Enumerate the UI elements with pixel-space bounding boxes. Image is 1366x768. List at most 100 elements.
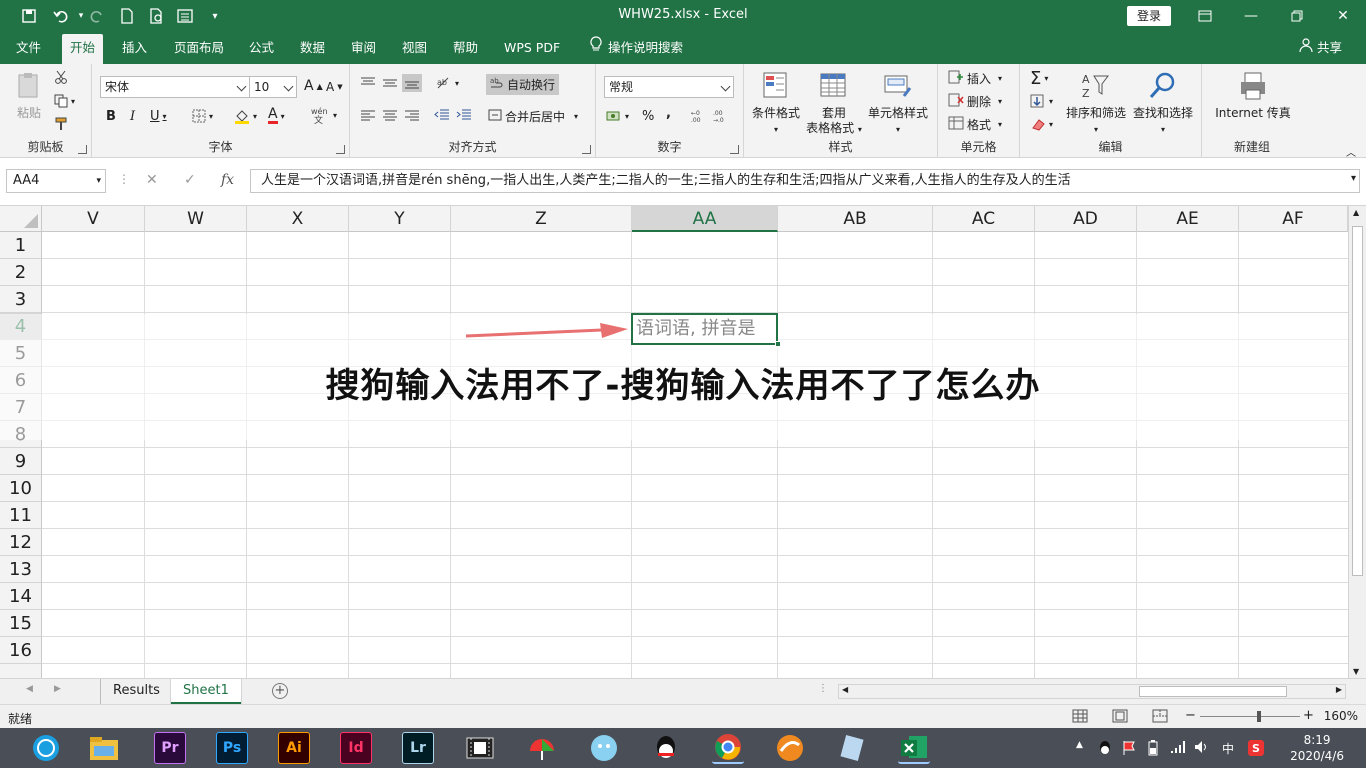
- align-left-icon[interactable]: [360, 110, 376, 122]
- comma-style-button[interactable]: ,: [666, 106, 671, 121]
- sogou-icon[interactable]: S: [1248, 740, 1264, 759]
- number-launcher[interactable]: [730, 145, 739, 154]
- notes-app-icon[interactable]: [836, 732, 868, 764]
- horizontal-scroll-thumb[interactable]: [1139, 686, 1287, 697]
- align-bottom-icon[interactable]: [402, 74, 422, 92]
- chrome-icon[interactable]: [712, 732, 744, 764]
- borders-button[interactable]: ▾: [192, 109, 213, 123]
- column-header[interactable]: AC: [933, 206, 1035, 232]
- row-header[interactable]: 10: [0, 475, 42, 502]
- column-header[interactable]: AE: [1137, 206, 1239, 232]
- shrink-font-button[interactable]: A ▼: [326, 80, 343, 94]
- normal-view-icon[interactable]: [1072, 709, 1088, 726]
- column-header[interactable]: V: [42, 206, 145, 232]
- insert-function-button[interactable]: fx: [221, 172, 234, 188]
- paste-button[interactable]: 粘贴: [8, 70, 50, 121]
- column-header[interactable]: X: [247, 206, 349, 232]
- column-header[interactable]: Y: [349, 206, 451, 232]
- umbrella-app-icon[interactable]: [526, 732, 558, 764]
- file-explorer-icon[interactable]: [88, 732, 120, 764]
- row-header[interactable]: [0, 664, 42, 678]
- format-painter-icon[interactable]: [54, 117, 68, 131]
- photoshop-icon[interactable]: Ps: [216, 732, 248, 764]
- fill-color-button[interactable]: ▾: [234, 108, 257, 124]
- sheet-tab-sheet1[interactable]: Sheet1: [171, 679, 241, 704]
- lightroom-icon[interactable]: Lr: [402, 732, 434, 764]
- row-header[interactable]: 2: [0, 259, 42, 286]
- align-center-icon[interactable]: [382, 110, 398, 122]
- tab-page-layout[interactable]: 页面布局: [166, 32, 232, 64]
- tab-formulas[interactable]: 公式: [241, 32, 282, 64]
- name-box[interactable]: AA4 ▾: [6, 169, 106, 193]
- increase-decimal-icon[interactable]: ←0.00: [690, 109, 708, 123]
- splitter-icon[interactable]: ⋮: [818, 683, 828, 694]
- alignment-launcher[interactable]: [582, 145, 591, 154]
- video-editor-icon[interactable]: [464, 732, 496, 764]
- scroll-left-icon[interactable]: ◀: [842, 685, 848, 694]
- fill-handle[interactable]: [775, 341, 781, 347]
- align-top-icon[interactable]: [360, 76, 376, 90]
- flag-tray-icon[interactable]: [1122, 740, 1136, 759]
- copy-icon[interactable]: ▾: [54, 94, 75, 108]
- cell-styles-button[interactable]: 单元格样式 ▾: [866, 70, 930, 137]
- select-all-button[interactable]: [0, 206, 42, 232]
- row-header[interactable]: 13: [0, 556, 42, 583]
- delete-cells-button[interactable]: 删除 ▾: [948, 93, 1002, 110]
- column-header[interactable]: Z: [451, 206, 632, 232]
- row-header[interactable]: 14: [0, 583, 42, 610]
- zoom-slider[interactable]: [1200, 716, 1300, 717]
- login-button[interactable]: 登录: [1127, 6, 1171, 26]
- qq-tray-icon[interactable]: [1098, 740, 1112, 759]
- add-sheet-icon[interactable]: +: [272, 683, 288, 699]
- percent-style-button[interactable]: %: [642, 109, 654, 124]
- format-as-table-button[interactable]: 套用 表格格式 ▾: [804, 70, 864, 137]
- phonetic-button[interactable]: wén 文 ▾: [310, 106, 337, 124]
- tab-review[interactable]: 审阅: [343, 32, 384, 64]
- network-icon[interactable]: [1170, 740, 1186, 757]
- column-header[interactable]: AD: [1035, 206, 1137, 232]
- row-header[interactable]: 16: [0, 637, 42, 664]
- start-icon[interactable]: [30, 732, 62, 764]
- ribbon-display-icon[interactable]: [1182, 0, 1228, 32]
- row-header[interactable]: 3: [0, 286, 42, 313]
- font-size-select[interactable]: 10: [249, 76, 297, 98]
- column-header[interactable]: W: [145, 206, 247, 232]
- scroll-up-icon[interactable]: ▲: [1353, 208, 1359, 217]
- horizontal-scrollbar[interactable]: ◀ ▶: [838, 684, 1346, 699]
- sheet-tab-results[interactable]: Results: [100, 679, 172, 704]
- find-select-button[interactable]: 查找和选择 ▾: [1130, 70, 1196, 137]
- tab-file[interactable]: 文件: [8, 32, 49, 64]
- format-cells-button[interactable]: 格式 ▾: [948, 116, 1002, 133]
- zoom-level[interactable]: 160%: [1324, 709, 1358, 723]
- restore-icon[interactable]: [1274, 0, 1320, 32]
- row-header[interactable]: 9: [0, 448, 42, 475]
- align-middle-icon[interactable]: [382, 76, 398, 90]
- underline-button[interactable]: U ▾: [150, 109, 167, 124]
- zoom-in-button[interactable]: +: [1303, 708, 1314, 723]
- qq-icon[interactable]: [650, 732, 682, 764]
- wrap-text-button[interactable]: ab 自动换行: [486, 74, 560, 95]
- share-button[interactable]: 共享: [1299, 32, 1342, 64]
- excel-taskbar-icon[interactable]: [898, 732, 930, 764]
- decrease-indent-icon[interactable]: [434, 109, 450, 121]
- decrease-decimal-icon[interactable]: .00 →.0: [712, 109, 730, 123]
- clipboard-launcher[interactable]: [78, 145, 87, 154]
- row-header[interactable]: 11: [0, 502, 42, 529]
- align-right-icon[interactable]: [404, 110, 420, 122]
- formula-input[interactable]: 人生是一个汉语词语,拼音是rén shēng,一指人出生,人类产生;二指人的一生…: [250, 169, 1360, 193]
- row-header[interactable]: 12: [0, 529, 42, 556]
- vertical-scrollbar[interactable]: ▲ ▼: [1348, 206, 1366, 678]
- scroll-down-icon[interactable]: ▼: [1353, 667, 1359, 676]
- row-header[interactable]: 15: [0, 610, 42, 637]
- tab-data[interactable]: 数据: [292, 32, 333, 64]
- expand-formula-icon[interactable]: ▾: [1351, 173, 1356, 184]
- browser-app-icon[interactable]: [774, 732, 806, 764]
- grow-font-button[interactable]: A ▲: [304, 78, 323, 94]
- insert-cells-button[interactable]: 插入 ▾: [948, 70, 1002, 87]
- page-break-icon[interactable]: [1152, 709, 1168, 726]
- font-launcher[interactable]: [336, 145, 345, 154]
- sort-filter-button[interactable]: AZ 排序和筛选 ▾: [1064, 70, 1128, 137]
- tab-view[interactable]: 视图: [394, 32, 435, 64]
- conditional-formatting-button[interactable]: 条件格式 ▾: [750, 70, 802, 137]
- tab-help[interactable]: 帮助: [445, 32, 486, 64]
